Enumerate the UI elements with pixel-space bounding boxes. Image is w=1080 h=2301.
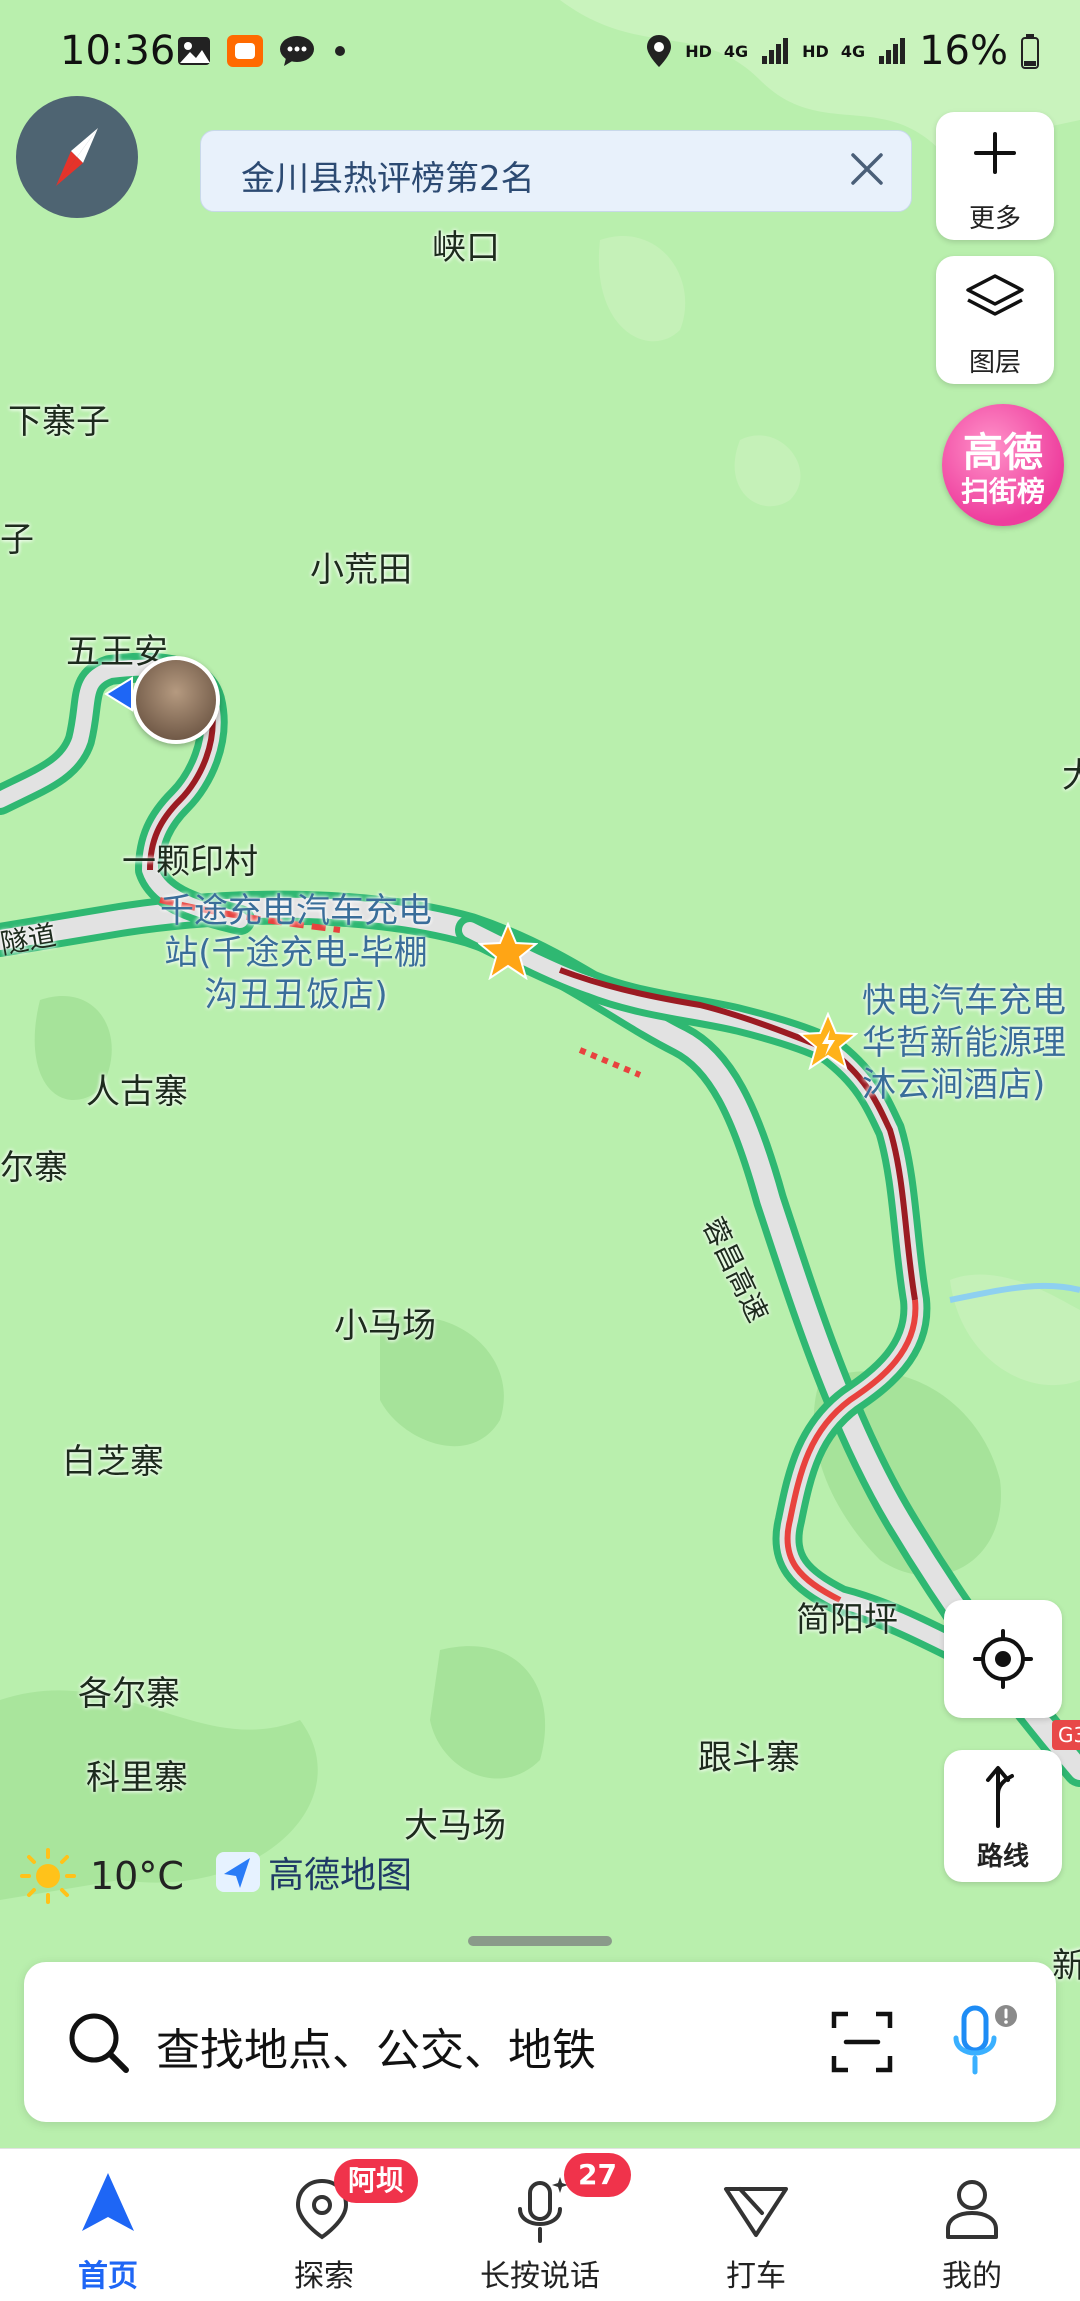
badge-line2: 扫街榜 [960,475,1045,508]
amap-logo: 高德地图 [214,1846,412,1898]
place-label[interactable]: 新 [1052,1938,1080,1987]
place-label[interactable]: 科里寨 [86,1750,188,1799]
place-label[interactable]: 大 [1062,748,1080,797]
highway-shield: G3 [1052,1720,1080,1750]
favorite-star-icon[interactable] [478,922,538,980]
tab-label: 首页 [78,2259,138,2294]
tab-home[interactable]: 首页 [0,2149,216,2301]
network-hd-label: HD [685,41,712,61]
status-right: HD 4G HD 4G 16% [645,28,1040,74]
map-canvas[interactable]: 峡口 下寨子 子 小荒田 五王安 一颗印村 隧道 人古寨 尔寨 小马场 白芝寨 … [0,0,1080,2300]
route-label: 路线 [976,1842,1029,1872]
search-icon [69,2013,129,2073]
tab-voice[interactable]: 27 长按说话 [432,2149,648,2301]
poi-qiantu-charging[interactable]: 千途充电汽车充电 站(千途充电-毕棚 沟丑丑饭店) [160,890,432,1016]
scan-icon[interactable] [830,2010,894,2074]
place-label[interactable]: 大马场 [404,1798,506,1847]
place-label[interactable]: 一颗印村 [122,834,258,883]
signal-icon [762,38,789,64]
place-label[interactable]: 白芝寨 [62,1434,164,1483]
bottom-tab-bar: 首页 阿坝 探索 27 长按说话 打车 我的 [0,2148,1080,2301]
notification-icons [176,34,350,68]
poi-text: 站(千途充电-毕棚 [164,933,428,973]
user-avatar-location[interactable] [132,656,220,744]
layers-icon [966,274,1024,316]
region-badge: 阿坝 [334,2159,419,2203]
place-label[interactable]: 尔寨 [0,1140,68,1189]
brand-name: 高德地图 [268,1855,413,1896]
more-label: 更多 [968,204,1021,234]
route-button[interactable]: 路线 [944,1750,1062,1882]
place-label[interactable]: 子 [0,512,34,561]
locate-button[interactable] [944,1600,1062,1718]
compass-button[interactable] [16,96,138,218]
charging-station-icon[interactable] [798,1012,858,1070]
person-icon [946,2180,998,2239]
place-label[interactable]: 简阳坪 [796,1592,898,1641]
route-arrow-icon [986,1766,1014,1828]
tab-label: 长按说话 [480,2259,600,2294]
navigation-arrow-icon [82,2173,134,2231]
place-label[interactable]: 下寨子 [8,394,110,443]
poi-text: 沟丑丑饭店) [204,975,388,1015]
gallery-icon [178,37,210,65]
compass-icon [56,128,98,186]
tab-label: 探索 [294,2259,354,2294]
battery-icon [1021,34,1039,69]
taxi-icon [724,2187,788,2237]
network-4g-label: 4G [840,41,866,61]
temperature: 10°C [90,1854,184,1898]
network-4g-label: 4G [723,41,749,61]
plus-icon [974,132,1016,174]
street-ranking-badge[interactable]: 高德 扫街榜 [942,404,1064,526]
more-button[interactable]: 更多 [936,112,1054,240]
place-label[interactable]: 峡口 [432,220,500,269]
location-pin-icon [647,35,672,67]
poi-kuaidian-charging[interactable]: 快电汽车充电 华哲新能源理 沐云涧酒店) [862,980,1066,1106]
battery-percent: 16% [919,28,1008,74]
place-label[interactable]: 各尔寨 [78,1666,180,1715]
status-bar: 10:36 HD 4G HD 4G 16% [0,0,1080,100]
drag-handle[interactable] [468,1936,612,1946]
ranking-banner[interactable]: 金川县热评榜第2名 [200,130,912,212]
voice-mic-icon[interactable] [944,2002,1024,2082]
tab-explore[interactable]: 阿坝 探索 [216,2149,432,2301]
close-icon[interactable] [845,147,889,191]
message-icon [280,36,314,66]
status-time: 10:36 [60,28,176,74]
poi-text: 快电汽车充电 [862,981,1066,1021]
heading-arrow-icon [104,676,133,712]
count-badge: 27 [564,2153,631,2197]
search-placeholder: 查找地点、公交、地铁 [156,2025,596,2076]
place-label[interactable]: 小荒田 [310,542,412,591]
microphone-icon [518,2177,568,2243]
tab-profile[interactable]: 我的 [864,2149,1080,2301]
network-hd-label: HD [802,41,829,61]
tab-label: 我的 [942,2259,1002,2294]
sun-icon [20,1848,76,1904]
crosshair-icon [973,1629,1033,1689]
map-terrain [0,0,1080,1900]
layers-button[interactable]: 图层 [936,256,1054,384]
banner-text: 金川县热评榜第2名 [241,159,535,199]
poi-text: 华哲新能源理 [862,1023,1066,1063]
signal-icon [879,38,906,64]
weather-widget[interactable]: 10°C [18,1846,184,1906]
amap-logo-icon [216,1852,260,1892]
taobao-icon [227,35,263,67]
layers-label: 图层 [968,348,1021,378]
place-label[interactable]: 小马场 [334,1298,436,1347]
place-label[interactable]: 人古寨 [86,1064,188,1113]
dot-icon [335,46,345,56]
tab-taxi[interactable]: 打车 [648,2149,864,2301]
place-label[interactable]: 跟斗寨 [698,1730,800,1779]
tab-label: 打车 [726,2259,786,2294]
search-bar[interactable]: 查找地点、公交、地铁 [24,1962,1056,2122]
poi-text: 沐云涧酒店) [862,1065,1046,1105]
poi-text: 千途充电汽车充电 [160,891,432,931]
